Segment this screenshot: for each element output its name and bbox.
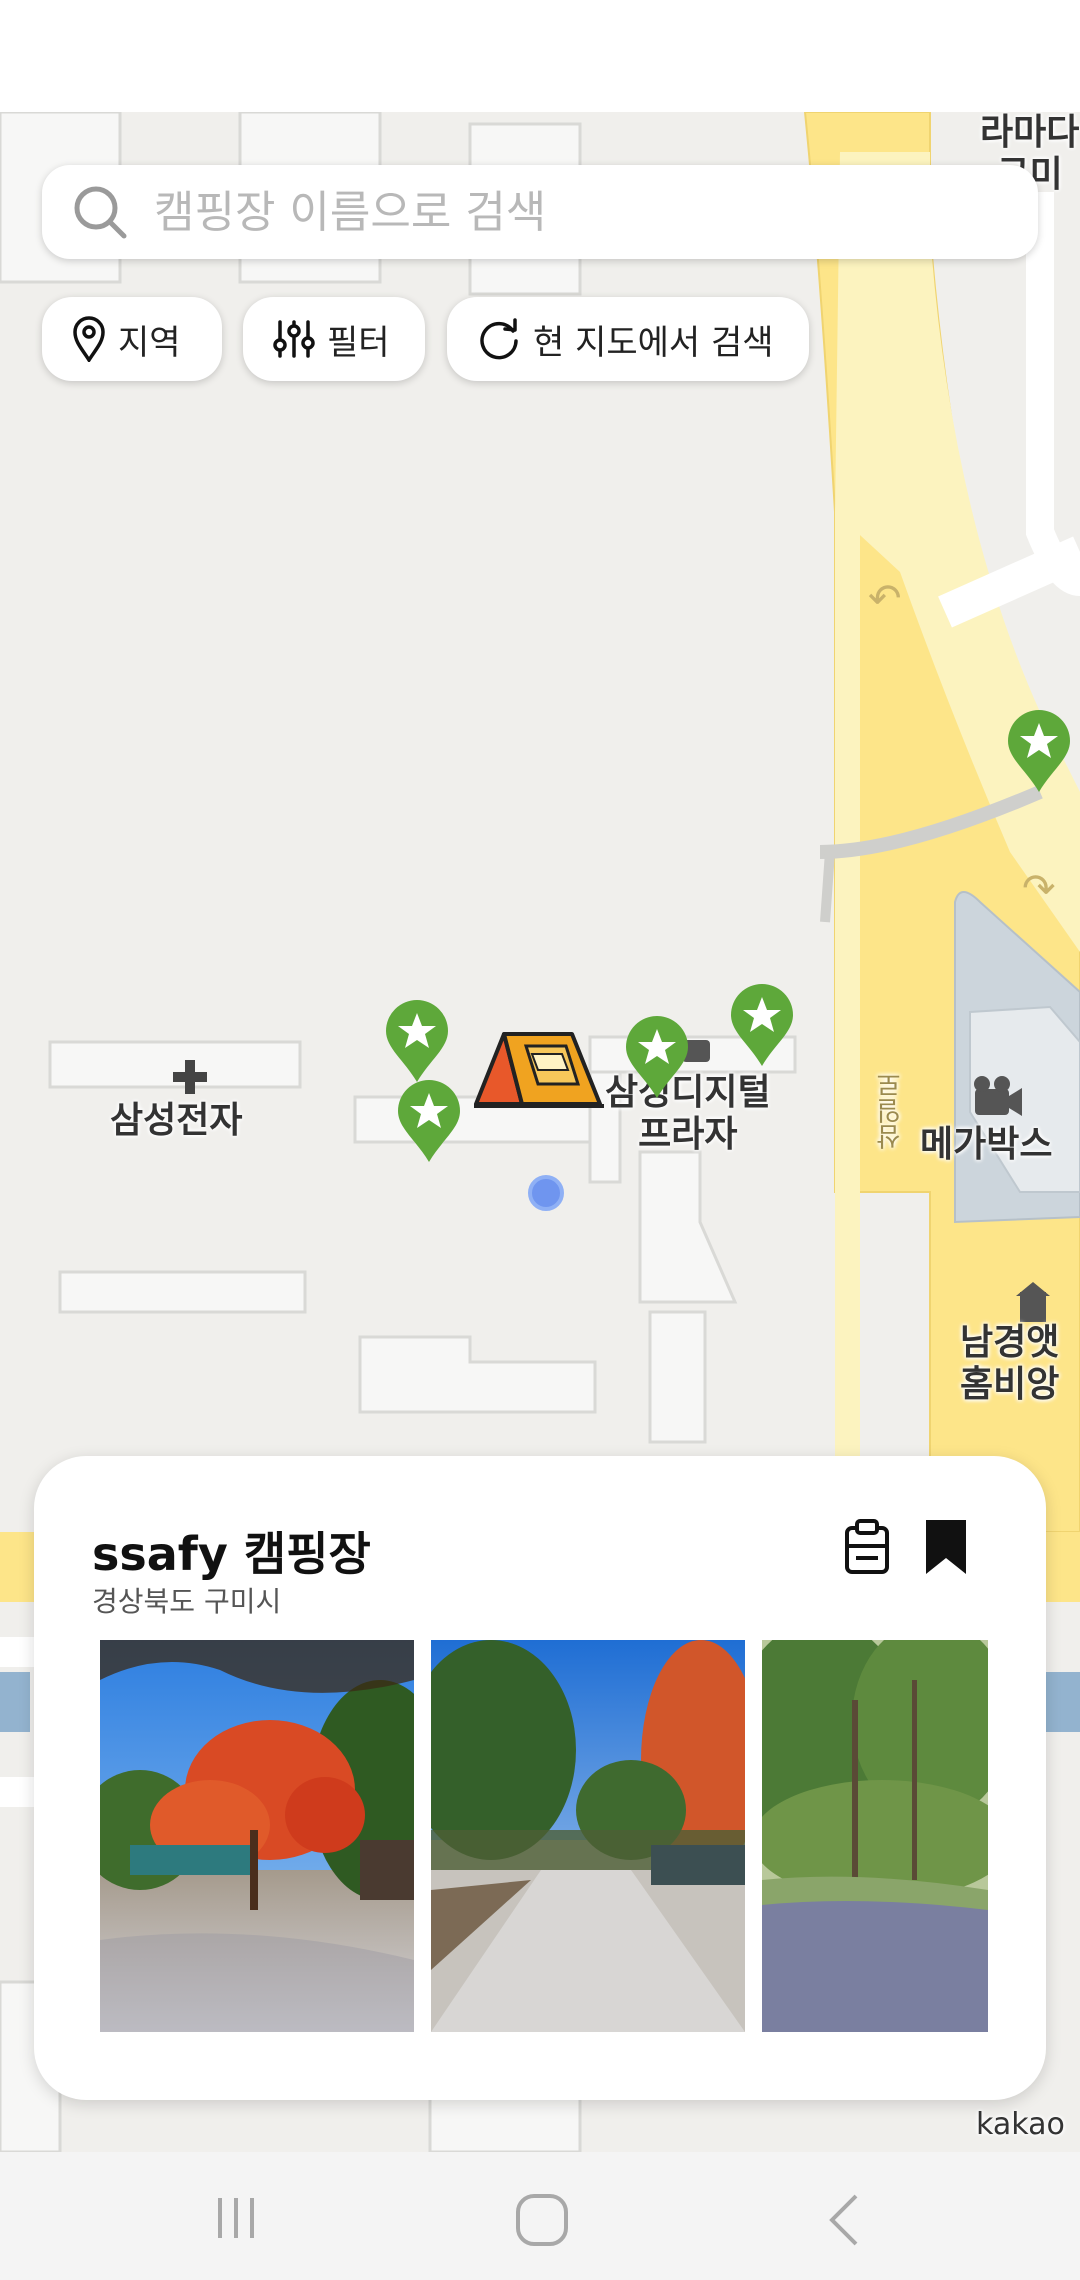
map-label-namgyeong: 남경앳 홈비앙 [960,1322,1059,1406]
reservation-icon[interactable] [844,1518,890,1576]
map-label-ramada-line1: 라마다 [980,112,1080,153]
search-icon [74,186,127,239]
map-label-namgyeong-line2: 홈비앙 [960,1364,1060,1405]
system-nav-bar [0,2152,1080,2280]
search-input[interactable] [152,185,976,239]
campsite-marker-icon[interactable] [729,984,795,1068]
map-label-road: 삼일로 [876,1072,906,1150]
refresh-icon [480,318,518,360]
campsite-photo[interactable] [100,1640,414,2032]
campsite-marker-icon[interactable] [1006,710,1072,794]
svg-text:↷: ↷ [1022,866,1056,912]
tent-marker-icon[interactable] [474,1024,604,1110]
kakao-logo: kakao [976,2107,1065,2142]
map-label-namgyeong-line1: 남경앳 [960,1322,1060,1363]
search-here-chip-label: 현 지도에서 검색 [533,322,774,363]
filter-chip-label: 필터 [327,322,390,363]
campsite-marker-icon[interactable] [396,1080,462,1164]
status-bar [0,0,1080,112]
location-pin-icon [73,316,105,362]
back-icon[interactable] [826,2192,862,2248]
campsite-card[interactable]: ssafy 캠핑장 경상북도 구미시 [34,1456,1046,2100]
sliders-icon [273,320,315,358]
svg-text:↶: ↶ [868,576,902,622]
map-label-samsung: 삼성전자 [110,1100,243,1141]
home-icon[interactable] [514,2192,570,2248]
campsite-photo[interactable] [431,1640,745,2032]
search-here-chip[interactable]: 현 지도에서 검색 [447,297,809,381]
region-chip[interactable]: 지역 [42,297,222,381]
campsite-marker-icon[interactable] [384,1000,450,1084]
recent-apps-icon[interactable] [214,2192,266,2244]
campsite-photo[interactable] [762,1640,988,2032]
map-label-megabox: 메가박스 [920,1124,1053,1165]
campsite-name: ssafy 캠핑장 [92,1527,371,1581]
map-label-plaza-line2: 프라자 [638,1114,738,1155]
region-chip-label: 지역 [118,322,181,363]
search-bar[interactable] [42,165,1038,259]
campsite-region: 경상북도 구미시 [92,1585,282,1618]
filter-chip[interactable]: 필터 [243,297,425,381]
bookmark-icon[interactable] [924,1518,968,1576]
campsite-marker-icon[interactable] [624,1016,690,1100]
